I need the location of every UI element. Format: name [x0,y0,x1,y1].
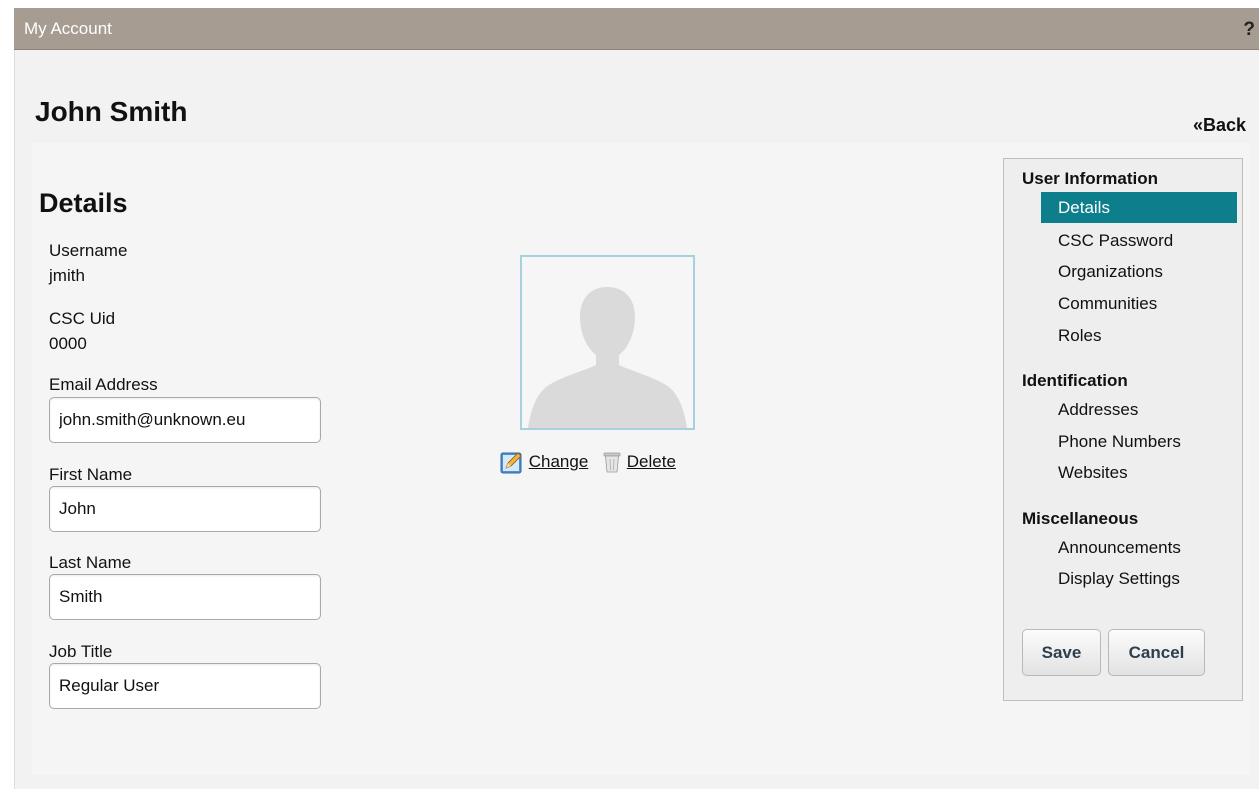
page-title: John Smith [35,96,188,127]
nav-item-roles[interactable]: Roles [1041,320,1237,351]
first-name-field[interactable] [49,486,321,532]
save-button[interactable]: Save [1022,629,1101,676]
help-icon[interactable]: ? [1243,19,1255,41]
photo-actions: Change Delete [500,450,676,474]
pencil-icon[interactable] [500,450,524,474]
last-name-field[interactable] [49,574,321,620]
csc-uid-label: CSC Uid [49,309,116,328]
nav-item-details[interactable]: Details [1041,192,1237,223]
job-title-field[interactable] [49,663,321,709]
username-label: Username [49,241,128,260]
cancel-button[interactable]: Cancel [1108,629,1205,676]
back-link[interactable]: «Back [1193,115,1246,136]
change-photo-link[interactable]: Change [529,452,589,471]
portlet-titlebar: My Account ? [14,8,1259,50]
user-portrait [520,255,695,430]
nav-item-csc-password[interactable]: CSC Password [1041,225,1237,256]
nav-item-organizations[interactable]: Organizations [1041,256,1237,287]
nav-item-announcements[interactable]: Announcements [1041,532,1237,563]
nav-item-display-settings[interactable]: Display Settings [1041,563,1237,594]
portlet-title: My Account [24,19,112,38]
nav-item-phone-numbers[interactable]: Phone Numbers [1041,426,1237,457]
nav-item-addresses[interactable]: Addresses [1041,394,1237,425]
email-label: Email Address [49,375,158,394]
username-value: jmith [49,266,85,285]
email-field[interactable] [49,397,321,443]
first-name-label: First Name [49,465,133,484]
nav-heading-miscellaneous: Miscellaneous [1022,509,1139,528]
account-nav: User Information Details CSC Password Or… [1003,158,1243,701]
nav-heading-user-information: User Information [1022,169,1159,188]
last-name-label: Last Name [49,553,132,572]
nav-item-communities[interactable]: Communities [1041,288,1237,319]
csc-uid-value: 0000 [49,334,87,353]
default-avatar-icon [522,257,693,428]
job-title-label: Job Title [49,642,113,661]
section-title: Details [39,188,128,218]
nav-item-websites[interactable]: Websites [1041,457,1237,488]
nav-heading-identification: Identification [1022,371,1128,390]
trash-icon[interactable] [602,450,622,474]
delete-photo-link[interactable]: Delete [627,452,676,471]
